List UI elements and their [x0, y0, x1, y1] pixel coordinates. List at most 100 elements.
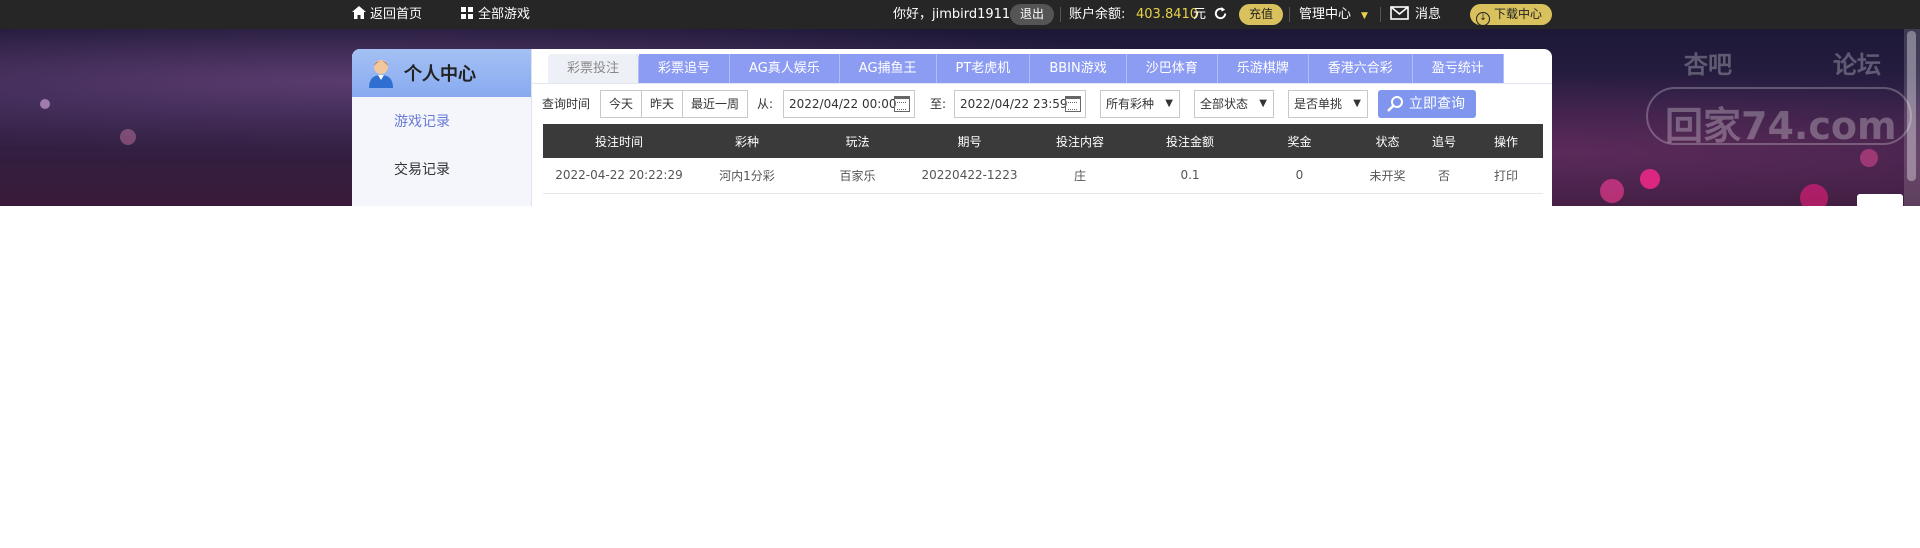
bet-amount-cell: 0.1: [1137, 158, 1243, 194]
calendar-icon[interactable]: [1065, 96, 1081, 112]
tab-hk-mark-six[interactable]: 香港六合彩: [1308, 54, 1413, 84]
table-row: 2022-04-22 20:22:29 河内1分彩 百家乐 20220422-1…: [543, 158, 1543, 194]
tab-pt-slots[interactable]: PT老虎机: [936, 54, 1031, 84]
column-header: 状态: [1356, 124, 1419, 158]
scrollbar[interactable]: [1904, 29, 1920, 206]
bet-content-cell: 庄: [1023, 158, 1137, 194]
lottery-type-select[interactable]: 所有彩种 ▼: [1100, 90, 1180, 118]
to-label: 至:: [930, 97, 947, 111]
lottery-type-value: 所有彩种: [1106, 97, 1155, 111]
tab-profit-loss[interactable]: 盈亏统计: [1412, 54, 1504, 84]
divider: [1289, 7, 1290, 22]
from-date-input[interactable]: 2022/04/22 00:00: [783, 90, 915, 118]
recharge-button[interactable]: 充值: [1239, 4, 1284, 25]
select-arrow-icon: ▼: [1165, 98, 1173, 109]
to-date-input[interactable]: 2022/04/22 23:59: [954, 90, 1086, 118]
divider: [1060, 7, 1061, 22]
select-arrow-icon: ▼: [1353, 98, 1361, 109]
all-games-label: 全部游戏: [478, 7, 531, 22]
lottery-cell: 河内1分彩: [695, 158, 799, 194]
divider: [1380, 7, 1381, 22]
last-week-button[interactable]: 最近一周: [683, 91, 747, 117]
to-date-value: 2022/04/22 23:59: [960, 97, 1068, 111]
column-header: 追号: [1419, 124, 1469, 158]
tab-saba-sports[interactable]: 沙巴体育: [1126, 54, 1218, 84]
manage-center-menu[interactable]: 管理中心 ▼: [1299, 0, 1368, 29]
personal-center-panel: 个人中心 游戏记录 交易记录 彩票投注 彩票追号 AG真人娱乐 AG捕鱼王 PT…: [352, 49, 1552, 206]
top-bar: 返回首页 全部游戏 你好，jimbird1911 退出 账户余额: 403.84…: [0, 0, 1920, 29]
bokeh-light: [120, 129, 136, 145]
single-bet-value: 是否单挑: [1294, 97, 1343, 111]
query-time-label: 查询时间: [542, 97, 591, 111]
home-icon: [352, 6, 366, 19]
manage-center-label: 管理中心: [1299, 7, 1352, 22]
user-avatar-icon: [369, 60, 393, 88]
download-center-button[interactable]: ↓ 下载中心: [1470, 4, 1553, 26]
search-icon: [1387, 96, 1403, 112]
sidebar-header: 个人中心: [352, 49, 531, 97]
sidebar-title: 个人中心: [404, 64, 476, 85]
sidebar-item-game-records[interactable]: 游戏记录: [394, 111, 450, 131]
column-header: 投注时间: [543, 124, 695, 158]
today-button[interactable]: 今天: [601, 91, 643, 117]
single-bet-select[interactable]: 是否单挑 ▼: [1288, 90, 1368, 118]
grid-icon: [461, 7, 473, 19]
refresh-icon[interactable]: [1213, 0, 1228, 29]
prize-cell: 0: [1243, 158, 1356, 194]
bokeh-light: [1600, 179, 1624, 203]
tab-ag-live[interactable]: AG真人娱乐: [730, 54, 840, 84]
currency-label: 元: [1193, 7, 1207, 22]
quick-range-group: 今天 昨天 最近一周: [600, 90, 749, 118]
bokeh-light: [40, 99, 50, 109]
play-type-cell: 百家乐: [799, 158, 916, 194]
column-header: 玩法: [799, 124, 916, 158]
bet-time-cell: 2022-04-22 20:22:29: [543, 158, 695, 194]
from-label: 从:: [757, 97, 774, 111]
tab-divider: [532, 83, 1552, 84]
all-games-link[interactable]: 全部游戏: [461, 0, 530, 29]
yesterday-button[interactable]: 昨天: [642, 91, 684, 117]
download-label: 下载中心: [1494, 7, 1543, 21]
records-table: 投注时间 彩种 玩法 期号 投注内容 投注金额 奖金 状态 追号 操作 2022…: [543, 124, 1543, 194]
from-date-value: 2022/04/22 00:00: [789, 97, 897, 111]
home-label: 返回首页: [370, 7, 423, 22]
download-icon: ↓: [1476, 12, 1490, 26]
tab-bar: 彩票投注 彩票追号 AG真人娱乐 AG捕鱼王 PT老虎机 BBIN游戏 沙巴体育…: [548, 54, 1504, 84]
tab-bbin-games[interactable]: BBIN游戏: [1030, 54, 1127, 84]
balance-value: 403.8410: [1136, 7, 1199, 22]
tab-lottery-bets[interactable]: 彩票投注: [548, 54, 640, 84]
logout-button[interactable]: 退出: [1010, 4, 1055, 25]
watermark-text: 回家74.com: [1665, 104, 1897, 148]
chase-cell: 否: [1419, 158, 1469, 194]
status-cell: 未开奖: [1356, 158, 1419, 194]
bokeh-light: [1800, 184, 1828, 206]
floating-widget[interactable]: [1857, 194, 1903, 206]
search-button-label: 立即查询: [1409, 96, 1465, 112]
column-header: 奖金: [1243, 124, 1356, 158]
bokeh-light: [1860, 149, 1878, 167]
watermark-text: 论坛: [1833, 51, 1881, 79]
messages-label: 消息: [1415, 7, 1442, 22]
tab-ag-fishing[interactable]: AG捕鱼王: [839, 54, 937, 84]
print-link[interactable]: 打印: [1469, 158, 1543, 194]
scrollbar-thumb[interactable]: [1907, 31, 1916, 181]
column-header: 投注金额: [1137, 124, 1243, 158]
watermark-text: 杏吧: [1684, 51, 1732, 79]
sidebar: 个人中心 游戏记录 交易记录: [352, 49, 532, 206]
table-header-row: 投注时间 彩种 玩法 期号 投注内容 投注金额 奖金 状态 追号 操作: [543, 124, 1543, 158]
column-header: 期号: [916, 124, 1023, 158]
bokeh-light: [1640, 169, 1660, 189]
sidebar-item-transaction-records[interactable]: 交易记录: [394, 159, 450, 179]
greeting: 你好，jimbird1911: [893, 7, 1011, 22]
tab-lottery-chase[interactable]: 彩票追号: [639, 54, 731, 84]
column-header: 彩种: [695, 124, 799, 158]
home-link[interactable]: 返回首页: [352, 0, 422, 29]
calendar-icon[interactable]: [894, 96, 910, 112]
messages-link[interactable]: 消息: [1390, 0, 1441, 29]
status-value: 全部状态: [1200, 97, 1249, 111]
search-button[interactable]: 立即查询: [1378, 90, 1476, 118]
issue-number-cell: 20220422-1223: [916, 158, 1023, 194]
select-arrow-icon: ▼: [1259, 98, 1267, 109]
status-select[interactable]: 全部状态 ▼: [1194, 90, 1274, 118]
tab-leyou-chess[interactable]: 乐游棋牌: [1217, 54, 1309, 84]
